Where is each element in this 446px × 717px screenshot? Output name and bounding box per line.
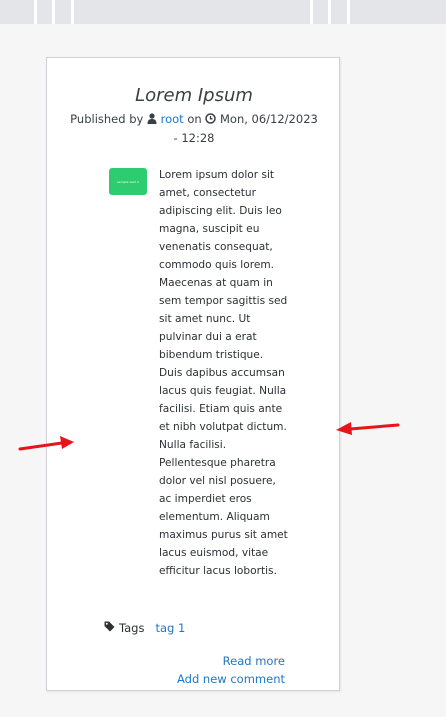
annotation-arrow-left-icon	[336, 422, 400, 435]
article-links: Read more Add new comment	[177, 652, 285, 688]
author-link[interactable]: root	[161, 112, 184, 126]
on-label: on	[187, 112, 202, 126]
article-meta: Published by root on Mon, 06/12/2023 - 1…	[67, 110, 321, 147]
top-bar-divider	[328, 0, 331, 24]
annotation-arrow-right-icon	[18, 436, 74, 451]
top-bar-divider	[347, 0, 350, 24]
add-comment-link[interactable]: Add new comment	[177, 672, 285, 686]
thumbnail-caption: sample text 1	[117, 179, 139, 184]
article-body: Lorem ipsum dolor sit amet, consectetur …	[159, 169, 288, 577]
clock-icon	[205, 111, 217, 129]
tags-label: Tags	[119, 621, 145, 635]
user-icon	[147, 111, 157, 129]
top-bar-divider	[52, 0, 55, 24]
read-more-link[interactable]: Read more	[223, 654, 285, 668]
top-bar-divider	[71, 0, 74, 24]
published-prefix: Published by	[70, 112, 144, 126]
article-title: Lorem Ipsum	[135, 85, 253, 106]
top-bar-divider	[34, 0, 37, 24]
top-bar-divider	[310, 0, 313, 24]
top-bar	[0, 0, 446, 24]
tag-link[interactable]: tag 1	[155, 621, 185, 635]
tag-icon	[104, 621, 115, 635]
article-thumbnail[interactable]: sample text 1	[109, 168, 147, 195]
tags-row: Tags tag 1	[104, 621, 185, 635]
article-card: Lorem Ipsum Published by root on Mon, 06…	[46, 57, 340, 691]
